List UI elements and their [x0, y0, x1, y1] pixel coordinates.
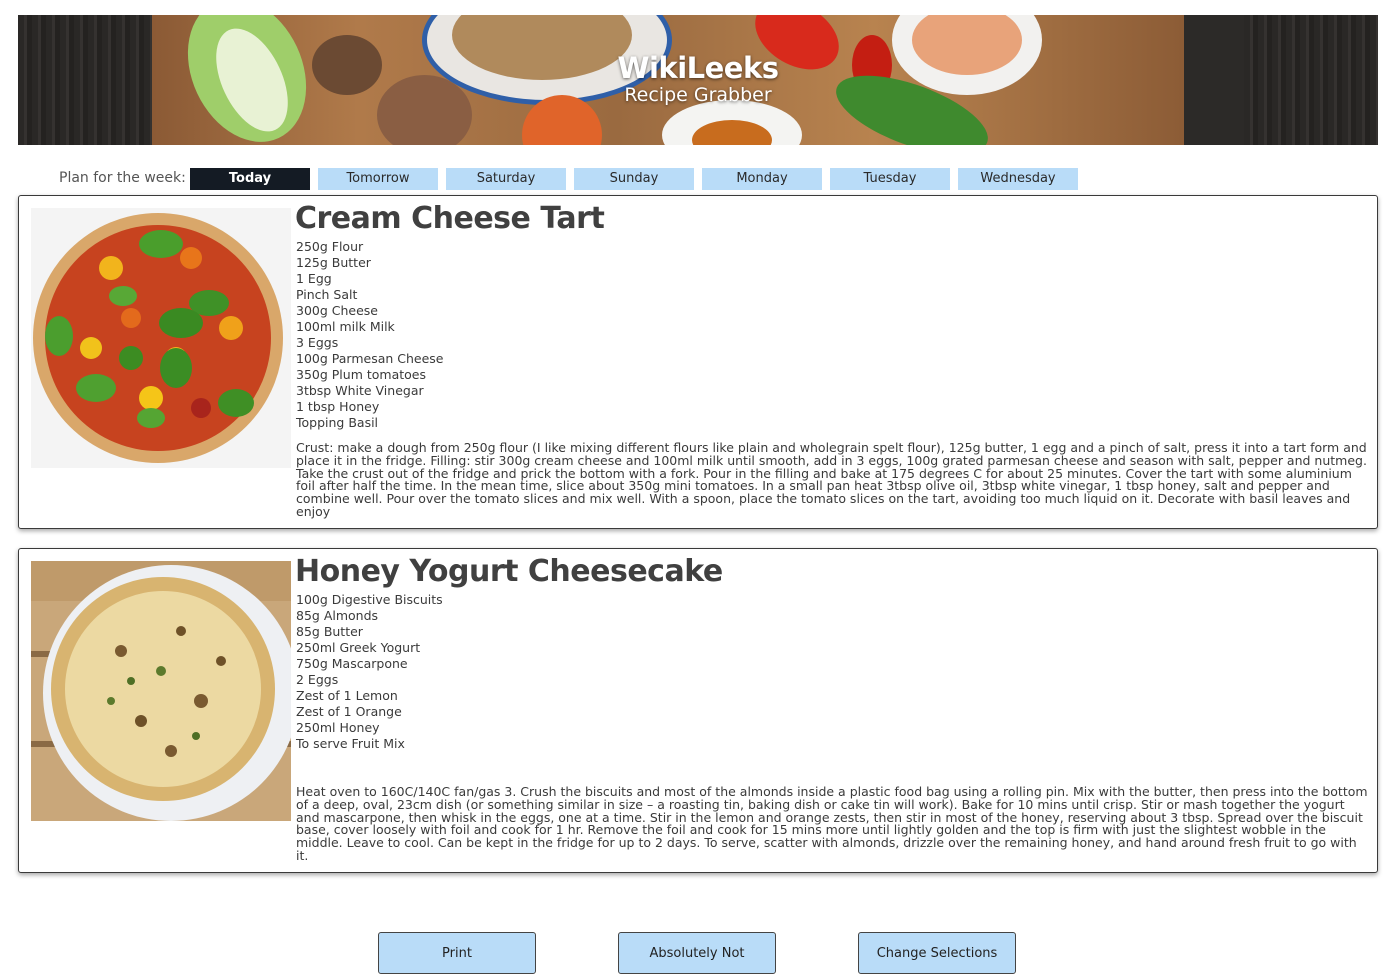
absolutely-not-button[interactable]: Absolutely Not — [618, 932, 776, 974]
ingredient-item: 2 Eggs — [296, 672, 339, 687]
ingredient-item: 750g Mascarpone — [296, 656, 408, 671]
recipe-image-tart — [31, 208, 291, 468]
site-subtitle: Recipe Grabber — [624, 84, 772, 106]
ingredient-item: Zest of 1 Orange — [296, 704, 402, 719]
week-plan-label: Plan for the week: — [59, 170, 186, 186]
ingredient-item: Topping Basil — [296, 415, 379, 430]
ingredient-item: 1 Egg — [296, 271, 332, 286]
header-banner: WikiLeeks Recipe Grabber — [18, 15, 1378, 145]
ingredient-item: 100g Parmesan Cheese — [296, 351, 444, 366]
ingredient-list: 250g Flour 125g Butter 1 Egg Pinch Salt … — [296, 239, 444, 431]
ingredient-list: 100g Digestive Biscuits 85g Almonds 85g … — [296, 592, 443, 752]
print-button[interactable]: Print — [378, 932, 536, 974]
recipe-title: Honey Yogurt Cheesecake — [295, 554, 723, 589]
day-tab-monday[interactable]: Monday — [702, 168, 822, 190]
ingredient-item: 250g Flour — [296, 239, 364, 254]
ingredient-item: 350g Plum tomatoes — [296, 367, 426, 382]
ingredient-item: 3 Eggs — [296, 335, 339, 350]
day-tab-tuesday[interactable]: Tuesday — [830, 168, 950, 190]
ingredient-item: 250ml Greek Yogurt — [296, 640, 421, 655]
change-selections-button[interactable]: Change Selections — [858, 932, 1016, 974]
day-tab-wednesday[interactable]: Wednesday — [958, 168, 1078, 190]
ingredient-item: 250ml Honey — [296, 720, 380, 735]
recipe-method: Heat oven to 160C/140C fan/gas 3. Crush … — [296, 784, 1368, 863]
ingredient-item: 85g Almonds — [296, 608, 379, 623]
ingredient-item: 300g Cheese — [296, 303, 379, 318]
day-tab-today[interactable]: Today — [190, 168, 310, 190]
day-tab-tomorrow[interactable]: Tomorrow — [318, 168, 438, 190]
ingredient-item: 85g Butter — [296, 624, 363, 639]
ingredient-item: Pinch Salt — [296, 287, 358, 302]
ingredient-item: 1 tbsp Honey — [296, 399, 380, 414]
day-tab-saturday[interactable]: Saturday — [446, 168, 566, 190]
ingredient-item: 100ml milk Milk — [296, 319, 395, 334]
day-tab-sunday[interactable]: Sunday — [574, 168, 694, 190]
recipe-image-cheesecake — [31, 561, 291, 821]
recipe-card: Honey Yogurt Cheesecake 100g Digestive B… — [18, 548, 1378, 873]
ingredient-item: 125g Butter — [296, 255, 371, 270]
recipe-card: Cream Cheese Tart 250g Flour 125g Butter… — [18, 195, 1378, 529]
ingredient-item: 100g Digestive Biscuits — [296, 592, 443, 607]
recipe-method: Crust: make a dough from 250g flour (I l… — [296, 440, 1367, 519]
ingredient-item: 3tbsp White Vinegar — [296, 383, 424, 398]
site-title: WikiLeeks — [617, 51, 779, 85]
ingredient-item: Zest of 1 Lemon — [296, 688, 398, 703]
ingredient-item: To serve Fruit Mix — [296, 736, 405, 751]
recipe-title: Cream Cheese Tart — [295, 201, 605, 236]
